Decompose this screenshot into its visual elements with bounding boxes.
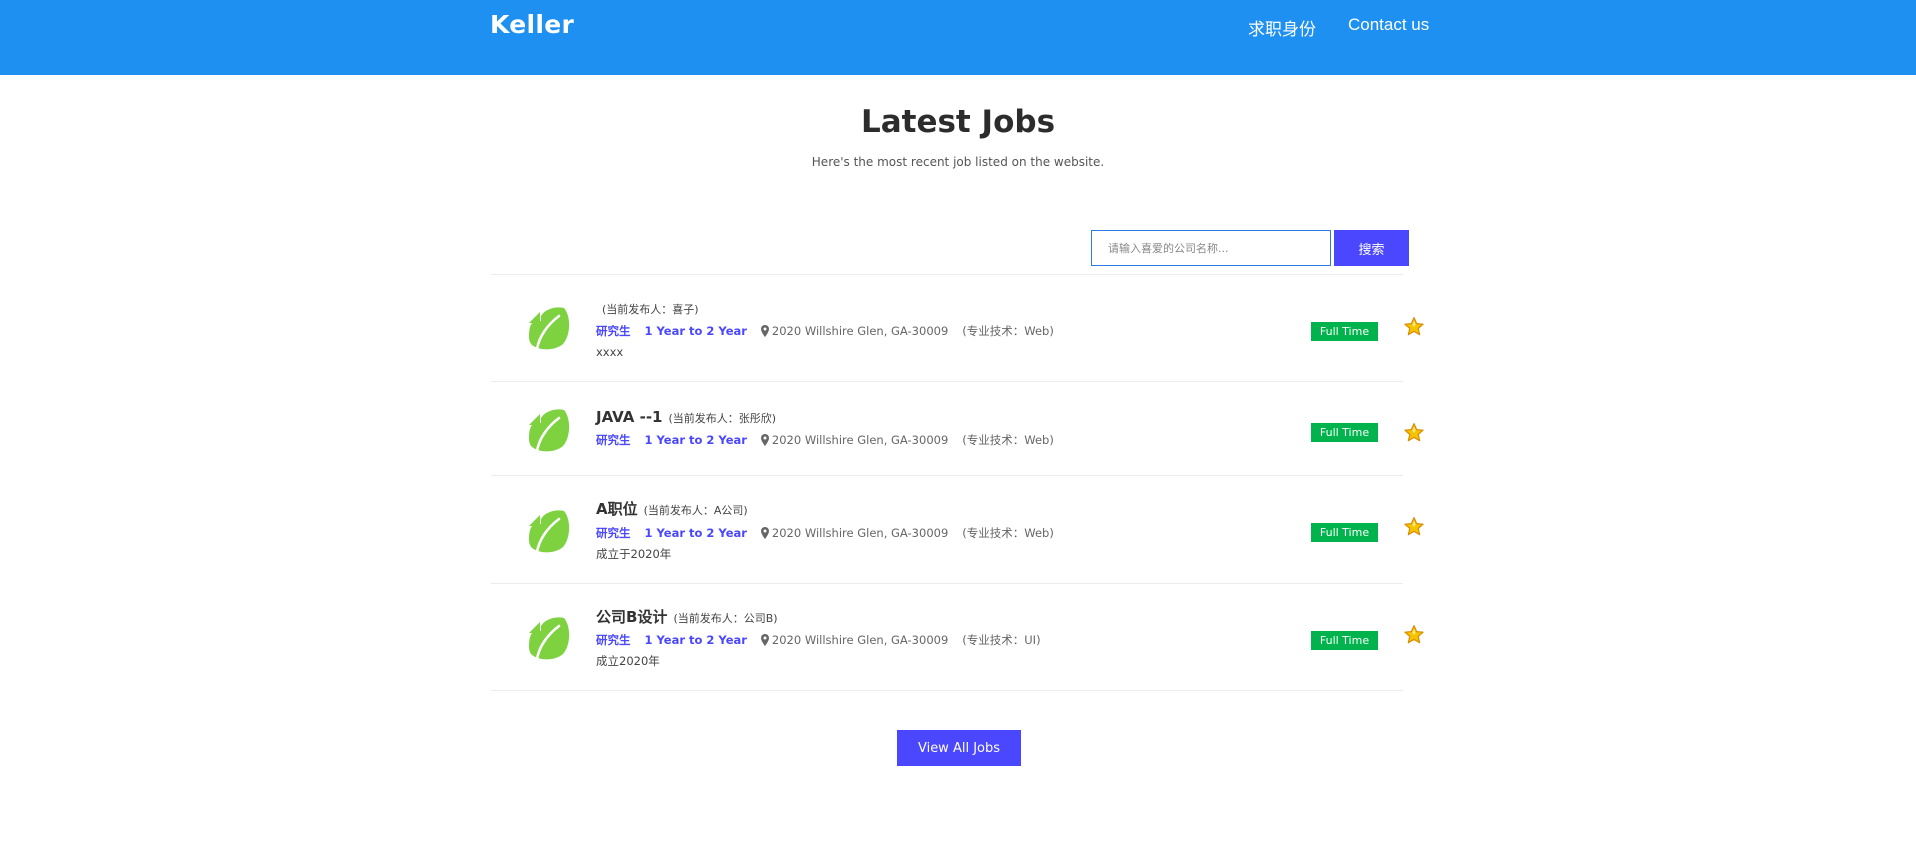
job-experience: 1 Year to 2 Year	[644, 633, 747, 647]
company-search-input[interactable]	[1091, 230, 1331, 266]
job-location: 2020 Willshire Glen, GA-30009	[771, 633, 949, 647]
job-poster: (当前发布人：喜子)	[602, 303, 699, 316]
job-education: 研究生	[596, 633, 631, 647]
job-tech: (专业技术：Web)	[962, 526, 1054, 540]
view-all-jobs-button[interactable]: View All Jobs	[897, 730, 1021, 766]
map-pin-icon	[760, 527, 769, 539]
job-description: 成立于2020年	[596, 547, 672, 561]
evernote-leaf-icon	[529, 307, 570, 351]
map-pin-icon	[760, 434, 769, 446]
map-pin-icon	[760, 325, 769, 337]
job-description: xxxx	[596, 345, 624, 359]
nav-link-contact-us[interactable]: Contact us	[1348, 15, 1429, 35]
job-education: 研究生	[596, 526, 631, 540]
job-experience: 1 Year to 2 Year	[644, 433, 747, 447]
job-list-item[interactable]: A职位 (当前发布人：A公司) 研究生 1 Year to 2 Year 2020 W…	[491, 476, 1424, 583]
job-title[interactable]: A职位	[596, 500, 638, 518]
job-type-badge: Full Time	[1311, 423, 1378, 442]
star-icon[interactable]	[1403, 624, 1425, 646]
search-button[interactable]: 搜索	[1334, 230, 1409, 266]
brand-logo[interactable]: Keller	[490, 10, 574, 39]
job-poster: (当前发布人：A公司)	[643, 504, 748, 517]
job-list-item[interactable]: (当前发布人：喜子) 研究生 1 Year to 2 Year 2020 Wills…	[491, 275, 1424, 381]
job-tech: (专业技术：UI)	[962, 633, 1041, 647]
page-subtitle: Here's the most recent job listed on the…	[811, 155, 1105, 169]
job-experience: 1 Year to 2 Year	[644, 324, 747, 338]
job-poster: (当前发布人：张彤欣)	[668, 412, 777, 425]
evernote-leaf-icon	[529, 510, 570, 554]
job-education: 研究生	[596, 433, 631, 447]
job-tech: (专业技术：Web)	[962, 324, 1054, 338]
job-tech: (专业技术：Web)	[962, 433, 1054, 447]
job-type-badge: Full Time	[1311, 322, 1378, 341]
job-description: 成立2020年	[596, 654, 660, 668]
job-location: 2020 Willshire Glen, GA-30009	[771, 526, 949, 540]
star-icon[interactable]	[1403, 316, 1425, 338]
job-poster: (当前发布人：公司B)	[673, 612, 778, 625]
evernote-leaf-icon	[529, 409, 570, 453]
job-type-badge: Full Time	[1311, 523, 1378, 542]
job-location: 2020 Willshire Glen, GA-30009	[771, 324, 949, 338]
map-pin-icon	[760, 634, 769, 646]
job-type-badge: Full Time	[1311, 631, 1378, 650]
divider	[491, 690, 1403, 691]
job-list-item[interactable]: JAVA --1 (当前发布人：张彤欣) 研究生 1 Year to 2 Year 2…	[491, 382, 1424, 475]
job-education: 研究生	[596, 324, 631, 338]
evernote-leaf-icon	[529, 617, 570, 661]
job-title[interactable]: JAVA --1	[596, 408, 662, 426]
job-title[interactable]: 公司B设计	[596, 608, 667, 626]
star-icon[interactable]	[1403, 422, 1425, 444]
nav-link-job-identity[interactable]: 求职身份	[1248, 15, 1316, 40]
page-title: Latest Jobs	[860, 104, 1056, 140]
job-location: 2020 Willshire Glen, GA-30009	[771, 433, 949, 447]
job-list-item[interactable]: 公司B设计 (当前发布人：公司B) 研究生 1 Year to 2 Year 2020…	[491, 584, 1424, 690]
star-icon[interactable]	[1403, 516, 1425, 538]
job-experience: 1 Year to 2 Year	[644, 526, 747, 540]
top-navbar: Keller 求职身份 Contact us	[0, 0, 1916, 75]
